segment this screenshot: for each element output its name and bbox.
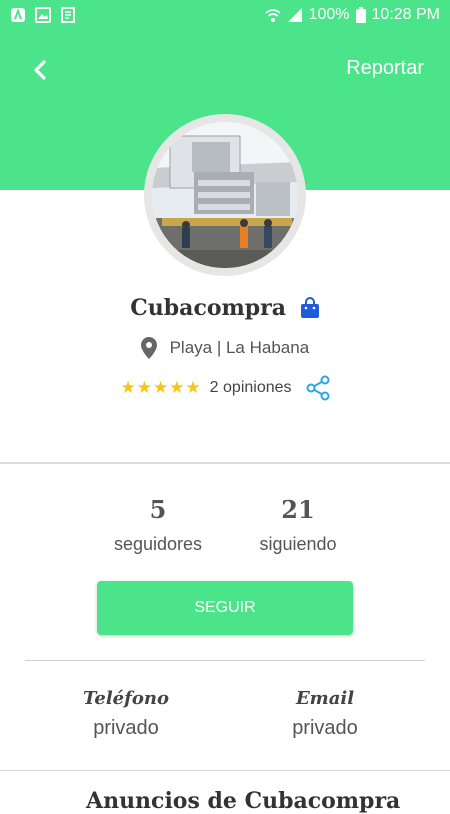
status-time: 10:28 PM <box>371 6 440 23</box>
document-icon <box>61 7 75 23</box>
avatar-photo <box>152 122 298 268</box>
location-text: Playa | La Habana <box>169 338 310 357</box>
location-pin-icon <box>140 337 157 359</box>
shopping-bag-icon <box>300 297 319 318</box>
bottom-divider <box>0 770 450 771</box>
followers-stat[interactable]: 5 seguidores <box>88 495 228 555</box>
contact-divider <box>25 660 425 661</box>
back-arrow-icon <box>34 60 46 80</box>
store-name-text: Cubacompra <box>130 295 287 321</box>
followers-label: seguidores <box>113 534 203 554</box>
wifi-icon <box>265 9 281 22</box>
phone-value: privado <box>93 717 159 739</box>
avatar-frame <box>144 114 306 276</box>
email-label: Email <box>295 688 355 709</box>
phone-info: Teléfono privado <box>46 688 206 740</box>
report-button[interactable]: Reportar <box>346 57 424 80</box>
following-count: 21 <box>281 495 315 524</box>
listings-section-title: Anuncios de Cubacompra <box>86 788 401 814</box>
store-avatar[interactable] <box>152 122 298 268</box>
gallery-icon <box>35 7 51 23</box>
signal-icon <box>287 8 302 22</box>
reviews-link[interactable]: 2 opiniones <box>210 379 292 397</box>
back-button[interactable] <box>24 54 56 86</box>
followers-count: 5 <box>149 495 167 524</box>
rating-stars: ★★★★★ <box>120 378 202 397</box>
store-location: Playa | La Habana <box>0 337 450 359</box>
rating-row: ★★★★★ 2 opiniones <box>0 375 450 401</box>
battery-percent: 100% <box>308 6 350 23</box>
notification-app-icon <box>11 8 25 22</box>
following-stat[interactable]: 21 siguiendo <box>228 495 368 555</box>
section-divider <box>0 462 450 464</box>
following-label: siguiendo <box>259 534 337 554</box>
status-bar: 100% 10:28 PM <box>0 0 450 32</box>
status-notifications <box>10 7 76 23</box>
email-info: Email privado <box>245 688 405 740</box>
email-value: privado <box>292 717 358 739</box>
store-name: Cubacompra <box>0 294 450 321</box>
phone-label: Teléfono <box>83 688 169 709</box>
follow-button[interactable]: SEGUIR <box>97 581 353 635</box>
share-icon[interactable] <box>306 375 330 401</box>
status-system: 100% 10:28 PM <box>265 6 440 24</box>
battery-icon <box>355 7 366 23</box>
